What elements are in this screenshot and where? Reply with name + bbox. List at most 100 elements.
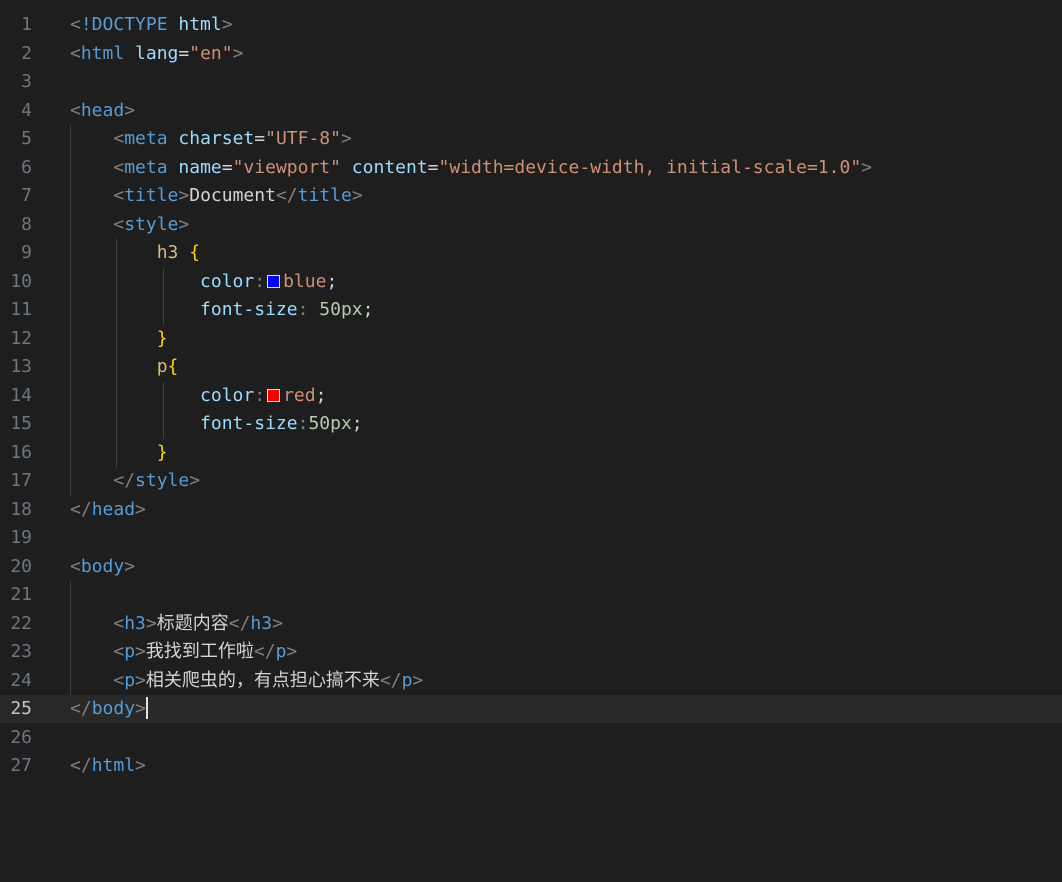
code-token: 50px bbox=[319, 299, 363, 320]
code-token: </ bbox=[70, 755, 92, 776]
line-code: </style> bbox=[70, 467, 200, 495]
code-token: < bbox=[113, 612, 125, 634]
line-code: color: red; bbox=[70, 382, 326, 410]
code-token: style bbox=[135, 470, 190, 491]
indent-guide bbox=[162, 267, 164, 325]
code-token: "UTF-8" bbox=[265, 128, 341, 149]
code-editor[interactable]: 1 <!DOCTYPE html> 2 <html lang="en"> 3 4 <head… bbox=[0, 0, 1062, 882]
code-token: = bbox=[178, 42, 190, 64]
code-token: < bbox=[113, 156, 125, 178]
code-token: = bbox=[254, 128, 266, 149]
color-swatch[interactable] bbox=[267, 388, 281, 402]
code-token: ; bbox=[315, 384, 327, 406]
line-number: 16 bbox=[10, 441, 32, 463]
code-token: charset bbox=[167, 128, 255, 149]
line-number: 11 bbox=[10, 299, 32, 320]
code-token: ; bbox=[362, 299, 374, 320]
code-line[interactable]: 11 font-size: 50px; bbox=[0, 296, 1062, 324]
code-token: : bbox=[254, 384, 266, 406]
code-token: = bbox=[427, 156, 439, 178]
code-token: h3 bbox=[156, 242, 179, 263]
code-token: < bbox=[70, 99, 81, 121]
code-line[interactable]: 15 font-size:50px; bbox=[0, 410, 1062, 438]
code-token: </ bbox=[228, 612, 251, 634]
line-code: <body> bbox=[70, 553, 135, 581]
code-token: h3 bbox=[250, 612, 273, 634]
code-token: 我找到工作啦 bbox=[145, 641, 254, 662]
code-token: Document bbox=[189, 185, 276, 206]
line-code: </head> bbox=[70, 496, 146, 524]
code-line[interactable]: 6 <meta name="viewport" content="width=d… bbox=[0, 154, 1062, 182]
code-line[interactable]: 12 } bbox=[0, 325, 1062, 353]
code-token: > bbox=[232, 42, 244, 64]
code-line[interactable]: 5 <meta charset="UTF-8"> bbox=[0, 125, 1062, 153]
code-token: ; bbox=[351, 413, 363, 434]
code-token: > bbox=[286, 641, 298, 662]
code-token: { bbox=[167, 356, 179, 377]
code-line[interactable]: 21 bbox=[0, 581, 1062, 609]
code-line[interactable]: 26 bbox=[0, 724, 1062, 752]
code-line[interactable]: 14 color: red; bbox=[0, 382, 1062, 410]
code-token: > bbox=[145, 612, 157, 634]
code-line[interactable]: 3 bbox=[0, 68, 1062, 96]
code-line[interactable]: 25 </body> bbox=[0, 695, 1062, 723]
code-token: body bbox=[91, 698, 136, 719]
code-line[interactable]: 4 <head> bbox=[0, 97, 1062, 125]
code-token: > bbox=[351, 185, 363, 206]
code-line[interactable]: 23 <p>我找到工作啦</p> bbox=[0, 638, 1062, 666]
code-token: p bbox=[275, 641, 287, 662]
code-line[interactable]: 27 </html> bbox=[0, 752, 1062, 780]
code-token: 相关爬虫的，有点担心搞不来 bbox=[145, 669, 380, 691]
code-line[interactable]: 20 <body> bbox=[0, 553, 1062, 581]
line-number: 9 bbox=[21, 242, 32, 263]
code-token: < bbox=[113, 128, 125, 149]
code-line[interactable]: 7 <title>Document</title> bbox=[0, 182, 1062, 210]
code-token: head bbox=[80, 99, 125, 121]
code-line[interactable]: 8 <style> bbox=[0, 211, 1062, 239]
code-line[interactable]: 9 h3 { bbox=[0, 239, 1062, 267]
code-line[interactable]: 22 <h3>标题内容</h3> bbox=[0, 610, 1062, 638]
line-number: 25 bbox=[10, 698, 32, 719]
code-line[interactable]: 1 <!DOCTYPE html> bbox=[0, 11, 1062, 39]
code-token: > bbox=[412, 669, 424, 691]
line-number: 14 bbox=[10, 384, 32, 406]
code-token: : bbox=[297, 299, 320, 320]
line-number: 18 bbox=[10, 498, 32, 520]
code-token: head bbox=[91, 498, 136, 520]
code-token: p bbox=[124, 669, 136, 691]
code-token: > bbox=[135, 755, 146, 776]
code-token: lang bbox=[124, 42, 179, 64]
line-code: <head> bbox=[70, 97, 135, 125]
line-number: 4 bbox=[21, 99, 32, 121]
code-line[interactable]: 18 </head> bbox=[0, 496, 1062, 524]
code-token: meta bbox=[124, 156, 168, 178]
color-swatch[interactable] bbox=[267, 274, 281, 288]
line-code: <!DOCTYPE html> bbox=[70, 11, 233, 39]
code-token: { bbox=[178, 242, 201, 263]
code-token: </ bbox=[275, 185, 298, 206]
code-token: < bbox=[113, 641, 125, 662]
code-line[interactable]: 13 p{ bbox=[0, 353, 1062, 381]
line-number: 8 bbox=[21, 213, 32, 235]
code-line[interactable]: 19 bbox=[0, 524, 1062, 552]
code-token: 50px bbox=[308, 413, 352, 434]
code-token: < bbox=[70, 42, 81, 64]
code-token: > bbox=[272, 612, 283, 634]
line-number: 24 bbox=[10, 669, 32, 691]
code-line[interactable]: 24 <p>相关爬虫的，有点担心搞不来</p> bbox=[0, 667, 1062, 695]
code-token: !DOCTYPE bbox=[80, 14, 168, 35]
code-token: p bbox=[156, 356, 168, 377]
code-line[interactable]: 10 color: blue; bbox=[0, 268, 1062, 296]
code-token: > bbox=[340, 128, 352, 149]
line-code: <p>我找到工作啦</p> bbox=[70, 638, 297, 666]
line-code: font-size:50px; bbox=[70, 410, 363, 438]
code-token: : bbox=[254, 270, 266, 292]
line-number: 13 bbox=[10, 356, 32, 377]
code-line[interactable]: 17 </style> bbox=[0, 467, 1062, 495]
code-token: < bbox=[113, 185, 125, 206]
code-line[interactable]: 2 <html lang="en"> bbox=[0, 40, 1062, 68]
code-line[interactable]: 16 } bbox=[0, 439, 1062, 467]
